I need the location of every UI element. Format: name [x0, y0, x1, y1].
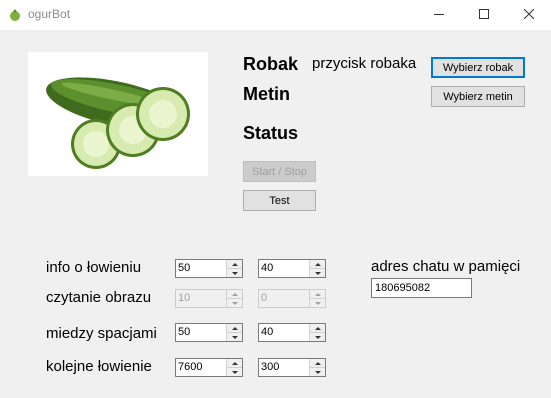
- info-spinner-1-value: 50: [178, 262, 191, 274]
- spin-up-icon[interactable]: [227, 359, 242, 368]
- status-label: Status: [243, 123, 299, 143]
- spin-down-icon: [227, 299, 242, 307]
- kolejne-spinner-2-value: 300: [261, 361, 280, 373]
- miedzy-label: miedzy spacjami: [46, 325, 157, 342]
- spin-up-icon[interactable]: [310, 260, 325, 269]
- kolejne-spinner-1[interactable]: 7600: [175, 358, 243, 377]
- robak-label: Robak: [243, 54, 299, 74]
- czytanie-spinner-2: 0: [258, 289, 326, 308]
- miedzy-spinner-2-value: 40: [261, 326, 274, 338]
- kolejne-spinner-1-value: 7600: [178, 361, 203, 373]
- test-button[interactable]: Test: [243, 190, 316, 211]
- main-window: ogurBot Robak przycisk robaka Wybierz ro…: [0, 0, 551, 398]
- czytanie-label: czytanie obrazu: [46, 289, 152, 306]
- czytanie-spinner-2-value: 0: [261, 292, 268, 304]
- app-icon: [8, 8, 22, 22]
- spin-up-icon[interactable]: [227, 324, 242, 333]
- spin-up-icon[interactable]: [310, 359, 325, 368]
- spin-down-icon[interactable]: [227, 368, 242, 376]
- minimize-icon: [433, 6, 444, 24]
- spin-up-icon: [310, 290, 325, 299]
- wybierz-metin-button[interactable]: Wybierz metin: [431, 86, 525, 107]
- wybierz-robak-button[interactable]: Wybierz robak: [431, 57, 525, 78]
- adres-label: adres chatu w pamięci: [371, 258, 521, 275]
- miedzy-spinner-2[interactable]: 40: [258, 323, 326, 342]
- info-spinner-1[interactable]: 50: [175, 259, 243, 278]
- miedzy-spinner-1-value: 50: [178, 326, 191, 338]
- close-button[interactable]: [506, 0, 551, 30]
- czytanie-spinner-1: 10: [175, 289, 243, 308]
- window-title: ogurBot: [28, 7, 71, 21]
- spin-up-icon[interactable]: [310, 324, 325, 333]
- close-icon: [523, 6, 534, 24]
- spin-down-icon[interactable]: [227, 269, 242, 277]
- miedzy-spinner-1[interactable]: 50: [175, 323, 243, 342]
- spin-down-icon[interactable]: [310, 368, 325, 376]
- adres-input[interactable]: 180695082: [371, 278, 472, 298]
- title-bar[interactable]: ogurBot: [0, 0, 551, 30]
- metin-label: Metin: [243, 84, 290, 104]
- start-stop-button[interactable]: Start / Stop: [243, 161, 316, 182]
- spin-up-icon[interactable]: [227, 260, 242, 269]
- maximize-icon: [478, 6, 489, 24]
- spin-down-icon[interactable]: [310, 333, 325, 341]
- cucumber-image: [28, 52, 208, 176]
- czytanie-spinner-1-value: 10: [178, 292, 191, 304]
- info-label: info o łowieniu: [46, 259, 142, 276]
- minimize-button[interactable]: [416, 0, 461, 30]
- kolejne-label: kolejne łowienie: [46, 358, 152, 375]
- robak-value-label: przycisk robaka: [312, 55, 417, 72]
- maximize-button[interactable]: [461, 0, 506, 30]
- spin-up-icon: [227, 290, 242, 299]
- info-spinner-2-value: 40: [261, 262, 274, 274]
- spin-down-icon[interactable]: [227, 333, 242, 341]
- kolejne-spinner-2[interactable]: 300: [258, 358, 326, 377]
- spin-down-icon[interactable]: [310, 269, 325, 277]
- info-spinner-2[interactable]: 40: [258, 259, 326, 278]
- spin-down-icon: [310, 299, 325, 307]
